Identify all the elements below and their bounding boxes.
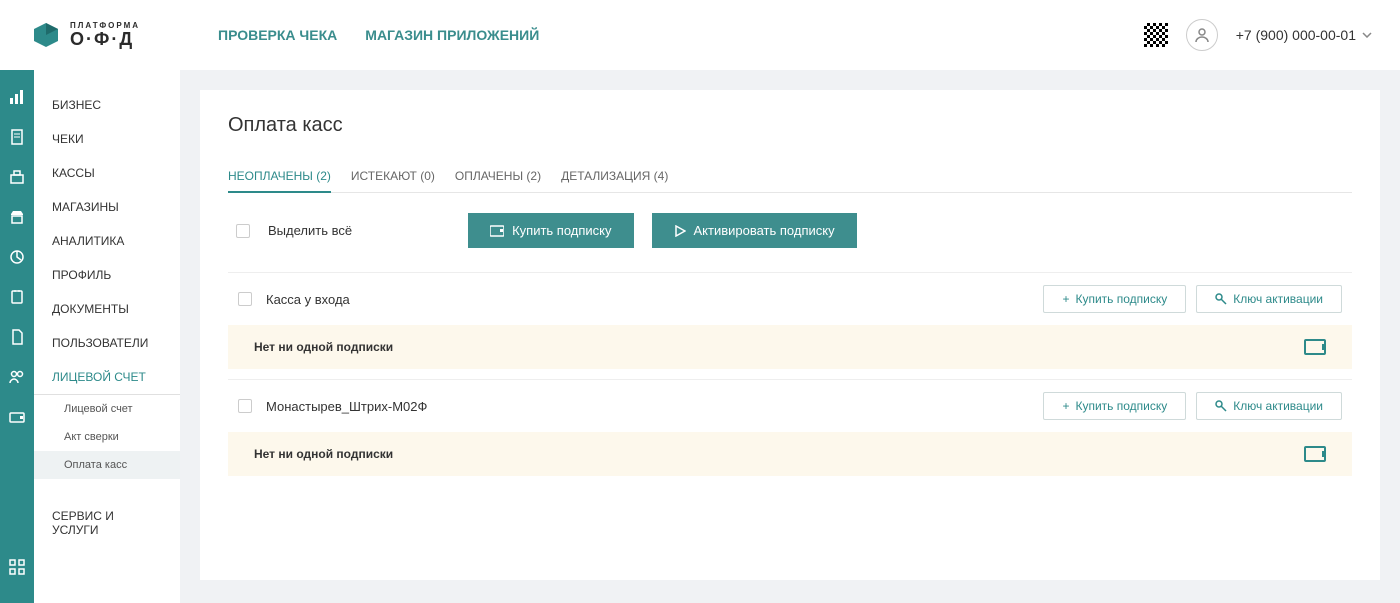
sidebar-item-profile[interactable]: ПРОФИЛЬ: [34, 258, 180, 292]
register-name: Монастырев_Штрих-М02Ф: [266, 399, 427, 414]
phone-dropdown[interactable]: +7 (900) 000-00-01: [1236, 27, 1372, 43]
sidebar-sub-payment[interactable]: Оплата касс: [34, 451, 180, 479]
sidebar-item-users[interactable]: ПОЛЬЗОВАТЕЛИ: [34, 326, 180, 360]
sidebar-item-documents[interactable]: ДОКУМЕНТЫ: [34, 292, 180, 326]
plus-icon: +: [1062, 292, 1069, 306]
logo[interactable]: ПЛАТФОРМА О·Ф·Д: [30, 19, 180, 51]
rail-registers-icon[interactable]: [8, 168, 26, 186]
rail-services-icon[interactable]: [8, 558, 26, 576]
row-buy-button[interactable]: + Купить подписку: [1043, 285, 1186, 313]
register-row: Касса у входа + Купить подписку Ключ акт…: [228, 272, 1352, 325]
key-icon: [1215, 400, 1227, 412]
play-icon: [674, 225, 686, 237]
rail-analytics-icon[interactable]: [8, 248, 26, 266]
key-icon: [1215, 293, 1227, 305]
row-checkbox[interactable]: [238, 399, 252, 413]
row-key-button[interactable]: Ключ активации: [1196, 285, 1342, 313]
sidebar-item-account[interactable]: ЛИЦЕВОЙ СЧЕТ: [34, 360, 180, 395]
warning-text: Нет ни одной подписки: [254, 447, 393, 461]
plus-icon: +: [1062, 399, 1069, 413]
tabs: НЕОПЛАЧЕНЫ (2) ИСТЕКАЮТ (0) ОПЛАЧЕНЫ (2)…: [228, 161, 1352, 193]
row-checkbox[interactable]: [238, 292, 252, 306]
warning-text: Нет ни одной подписки: [254, 340, 393, 354]
sidebar: БИЗНЕС ЧЕКИ КАССЫ МАГАЗИНЫ АНАЛИТИКА ПРО…: [34, 70, 180, 603]
activate-subscription-button[interactable]: Активировать подписку: [652, 213, 857, 248]
row-buy-button[interactable]: + Купить подписку: [1043, 392, 1186, 420]
wallet-empty-icon: [1304, 446, 1326, 462]
rail-users-icon[interactable]: [8, 368, 26, 386]
wallet-empty-icon: [1304, 339, 1326, 355]
select-all-label: Выделить всё: [268, 223, 352, 238]
wallet-icon: [490, 225, 504, 237]
logo-mark-icon: [30, 19, 62, 51]
qr-icon[interactable]: [1144, 23, 1168, 47]
page-title: Оплата касс: [228, 114, 1352, 137]
register-name: Касса у входа: [266, 292, 350, 307]
avatar[interactable]: [1186, 19, 1218, 51]
sidebar-sub-account[interactable]: Лицевой счет: [34, 395, 180, 423]
buy-subscription-button[interactable]: Купить подписку: [468, 213, 633, 248]
tab-details[interactable]: ДЕТАЛИЗАЦИЯ (4): [561, 161, 668, 192]
sidebar-item-receipts[interactable]: ЧЕКИ: [34, 122, 180, 156]
rail-stores-icon[interactable]: [8, 208, 26, 226]
nav-check-receipt[interactable]: ПРОВЕРКА ЧЕКА: [218, 27, 337, 43]
sidebar-item-registers[interactable]: КАССЫ: [34, 156, 180, 190]
sidebar-sub-reconciliation[interactable]: Акт сверки: [34, 423, 180, 451]
logo-text: ПЛАТФОРМА О·Ф·Д: [70, 22, 140, 48]
row-key-button[interactable]: Ключ активации: [1196, 392, 1342, 420]
tab-paid[interactable]: ОПЛАЧЕНЫ (2): [455, 161, 541, 192]
header: ПЛАТФОРМА О·Ф·Д ПРОВЕРКА ЧЕКА МАГАЗИН ПР…: [0, 0, 1400, 70]
warning-row: Нет ни одной подписки: [228, 325, 1352, 369]
nav-app-store[interactable]: МАГАЗИН ПРИЛОЖЕНИЙ: [365, 27, 539, 43]
warning-row: Нет ни одной подписки: [228, 432, 1352, 476]
icon-rail: [0, 70, 34, 603]
rail-receipts-icon[interactable]: [8, 128, 26, 146]
sidebar-item-stores[interactable]: МАГАЗИНЫ: [34, 190, 180, 224]
register-row: Монастырев_Штрих-М02Ф + Купить подписку …: [228, 379, 1352, 432]
top-nav: ПРОВЕРКА ЧЕКА МАГАЗИН ПРИЛОЖЕНИЙ: [218, 27, 539, 43]
bulk-actions: Выделить всё Купить подписку Активироват…: [228, 213, 1352, 248]
main: Оплата касс НЕОПЛАЧЕНЫ (2) ИСТЕКАЮТ (0) …: [180, 70, 1400, 603]
chevron-down-icon: [1362, 32, 1372, 38]
tab-unpaid[interactable]: НЕОПЛАЧЕНЫ (2): [228, 161, 331, 193]
sidebar-item-analytics[interactable]: АНАЛИТИКА: [34, 224, 180, 258]
rail-documents-icon[interactable]: [8, 328, 26, 346]
sidebar-item-business[interactable]: БИЗНЕС: [34, 88, 180, 122]
rail-account-icon[interactable]: [8, 408, 26, 426]
rail-profile-icon[interactable]: [8, 288, 26, 306]
sidebar-item-services[interactable]: СЕРВИС И УСЛУГИ: [34, 499, 180, 547]
select-all-checkbox[interactable]: [236, 224, 250, 238]
tab-expiring[interactable]: ИСТЕКАЮТ (0): [351, 161, 435, 192]
rail-business-icon[interactable]: [8, 88, 26, 106]
